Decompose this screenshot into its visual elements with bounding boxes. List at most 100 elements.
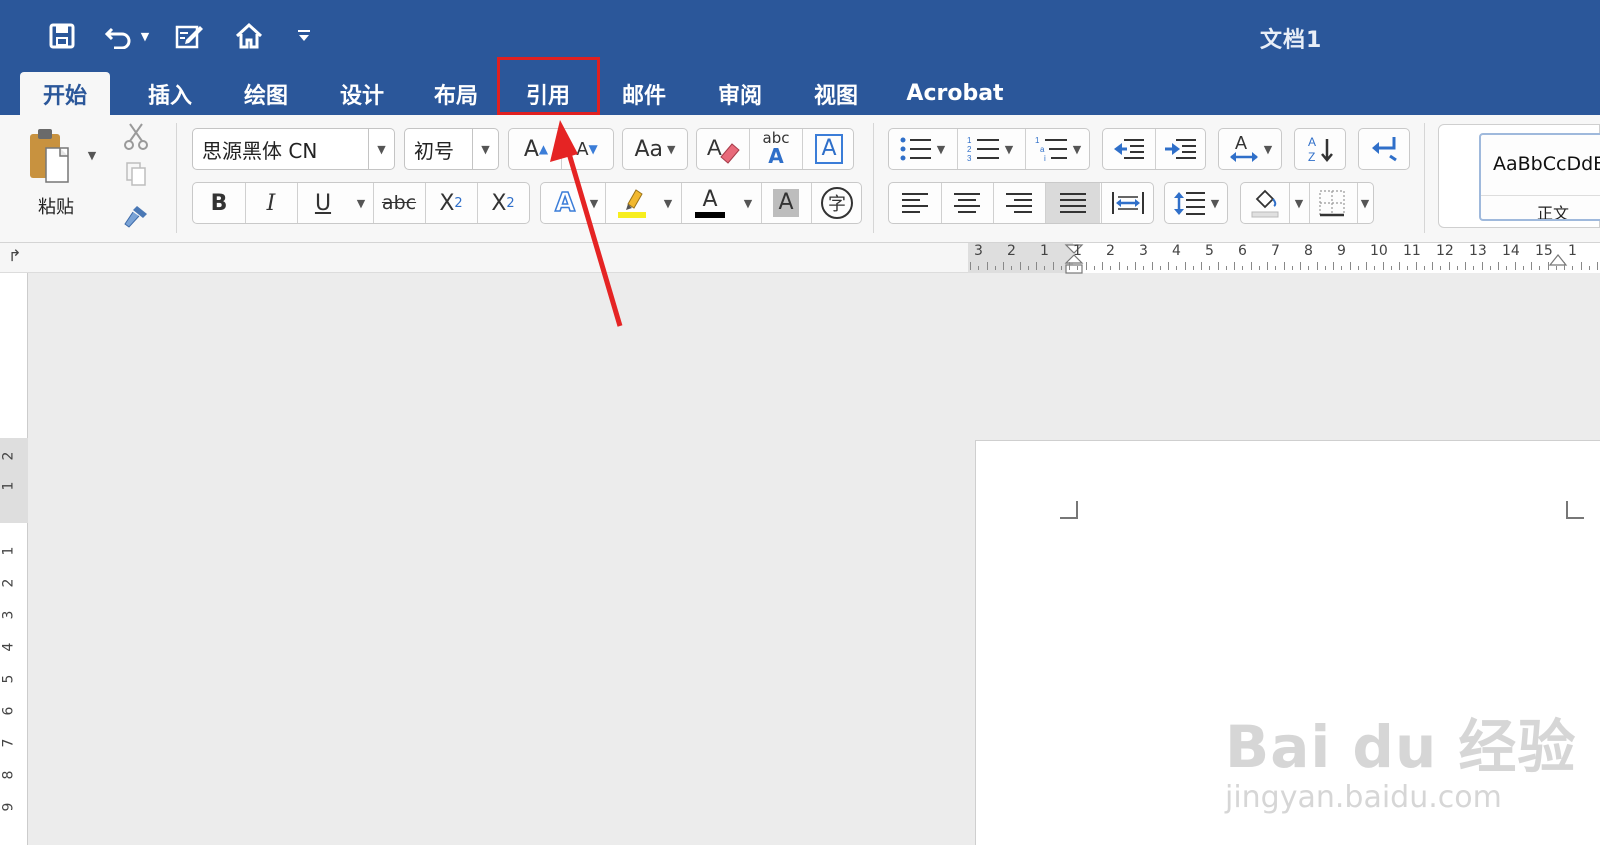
ruler-number: 2 <box>1007 243 1016 259</box>
multilevel-list-icon: 1ai <box>1035 136 1067 163</box>
svg-text:Z: Z <box>1308 150 1315 164</box>
svg-text:A: A <box>707 135 722 160</box>
shading-button[interactable] <box>1242 182 1288 224</box>
bold-button[interactable]: B <box>194 182 244 224</box>
bullets-button[interactable]: ▼ <box>890 128 954 170</box>
multilevel-list-button[interactable]: 1ai ▼ <box>1026 128 1090 170</box>
edit-document-icon[interactable] <box>172 18 208 54</box>
character-shading-button[interactable]: A <box>762 182 810 224</box>
ruler-tick <box>1011 266 1013 270</box>
highlight-dropdown-icon[interactable]: ▼ <box>658 182 678 224</box>
superscript-button[interactable]: X2 <box>478 182 528 224</box>
shading-dropdown-icon[interactable]: ▼ <box>1290 182 1308 224</box>
distributed-button[interactable] <box>1102 182 1154 224</box>
phonetic-guide-button[interactable]: abc A <box>750 126 802 168</box>
align-left-button[interactable] <box>890 182 940 224</box>
ruler-tick <box>970 262 971 270</box>
align-center-button[interactable] <box>942 182 992 224</box>
tab-design[interactable]: 设计 <box>318 72 406 115</box>
font-color-button[interactable]: A <box>682 182 738 224</box>
margin-corner-marker <box>1060 501 1078 519</box>
text-effects-dropdown-icon[interactable]: ▼ <box>586 182 602 224</box>
font-family-dropdown-icon[interactable]: ▼ <box>368 129 394 169</box>
watermark-url: jingyan.baidu.com <box>1225 780 1502 815</box>
tab-insert[interactable]: 插入 <box>126 72 214 115</box>
paste-dropdown-icon[interactable]: ▼ <box>84 145 100 165</box>
enclose-characters-button[interactable]: 字 <box>812 182 862 224</box>
clear-formatting-button[interactable]: A <box>698 128 748 170</box>
undo-dropdown-icon[interactable]: ▼ <box>138 18 152 54</box>
save-icon[interactable] <box>44 18 80 54</box>
justify-button[interactable] <box>1046 183 1100 223</box>
ruler-tick <box>1432 262 1433 270</box>
tab-home[interactable]: 开始 <box>20 72 110 115</box>
cut-icon[interactable] <box>118 119 154 153</box>
underline-dropdown-icon[interactable]: ▼ <box>350 182 372 224</box>
vertical-ruler-number: 5 <box>0 674 17 684</box>
tab-draw[interactable]: 绘图 <box>222 72 310 115</box>
subscript-button[interactable]: X2 <box>426 182 476 224</box>
vertical-ruler-number: 3 <box>0 610 17 620</box>
font-size-value: 初号 <box>414 138 454 163</box>
shrink-font-button[interactable]: A ▼ <box>562 128 612 170</box>
font-size-dropdown-icon[interactable]: ▼ <box>472 129 498 169</box>
asian-layout-button[interactable]: A ▼ <box>1218 128 1282 170</box>
font-family-select[interactable]: 思源黑体 CN ▼ <box>192 128 395 170</box>
tab-review[interactable]: 审阅 <box>696 72 784 115</box>
up-arrow-icon: ▲ <box>538 142 549 156</box>
ruler-tick <box>1374 266 1376 270</box>
sort-button[interactable]: AZ <box>1294 128 1346 170</box>
borders-button[interactable] <box>1310 182 1354 224</box>
character-border-button[interactable]: A <box>804 128 854 170</box>
ruler-tick <box>1250 262 1252 270</box>
ruler-tick <box>1506 266 1508 270</box>
ruler-tick <box>1448 262 1450 270</box>
ruler-tick <box>1564 262 1565 270</box>
ruler-tick <box>986 262 988 270</box>
home-icon[interactable] <box>232 18 266 54</box>
copy-icon[interactable] <box>118 157 154 191</box>
vertical-ruler-number: 4 <box>0 642 17 652</box>
numbering-button[interactable]: 123 ▼ <box>958 128 1022 170</box>
align-right-icon <box>1006 193 1032 213</box>
align-right-button[interactable] <box>994 182 1044 224</box>
paste-icon[interactable] <box>22 123 78 189</box>
decrease-indent-button[interactable] <box>1104 128 1154 170</box>
strikethrough-button[interactable]: abc <box>374 182 424 224</box>
ruler-tick <box>1258 266 1260 270</box>
line-spacing-button[interactable]: ▼ <box>1164 182 1228 224</box>
change-case-button[interactable]: Aa ▼ <box>622 128 688 170</box>
vertical-ruler-number: 2 <box>0 451 17 461</box>
tab-acrobat[interactable]: Acrobat <box>900 72 1010 115</box>
ruler-tick <box>1168 262 1169 270</box>
grow-font-button[interactable]: A ▲ <box>512 128 560 170</box>
format-painter-icon[interactable] <box>118 199 154 233</box>
tab-stop-icon[interactable]: ↱ <box>8 246 21 265</box>
underline-button[interactable]: U <box>298 182 348 224</box>
tab-mailings[interactable]: 邮件 <box>600 72 688 115</box>
ruler-tick <box>1060 266 1062 270</box>
ruler-tick <box>1555 266 1557 270</box>
group-separator <box>1424 123 1425 233</box>
customize-toolbar-icon[interactable] <box>294 18 314 54</box>
increase-indent-button[interactable] <box>1156 128 1206 170</box>
borders-dropdown-icon[interactable]: ▼ <box>1356 182 1374 224</box>
ruler-number: 15 <box>1535 243 1553 259</box>
tab-layout[interactable]: 布局 <box>412 72 500 115</box>
watermark-logo: Bai du 经验 <box>1225 713 1577 781</box>
vertical-ruler[interactable]: 2 1 1 2 3 4 5 6 7 8 9 <box>0 273 28 845</box>
undo-icon[interactable] <box>102 18 136 54</box>
ruler-number: 9 <box>1337 243 1346 259</box>
italic-button[interactable]: I <box>246 182 296 224</box>
highlight-button[interactable] <box>606 182 658 224</box>
font-color-dropdown-icon[interactable]: ▼ <box>738 182 758 224</box>
decrease-indent-icon <box>1114 139 1144 159</box>
style-normal[interactable]: AaBbCcDdE 正文 <box>1479 133 1600 221</box>
tab-view[interactable]: 视图 <box>792 72 880 115</box>
font-size-select[interactable]: 初号 ▼ <box>404 128 499 170</box>
text-effects-button[interactable]: A <box>542 182 588 224</box>
down-arrow-icon: ▼ <box>588 142 598 156</box>
numbering-icon: 123 <box>967 136 999 163</box>
ruler-tick <box>1423 266 1425 270</box>
show-paragraph-marks-button[interactable] <box>1358 128 1410 170</box>
